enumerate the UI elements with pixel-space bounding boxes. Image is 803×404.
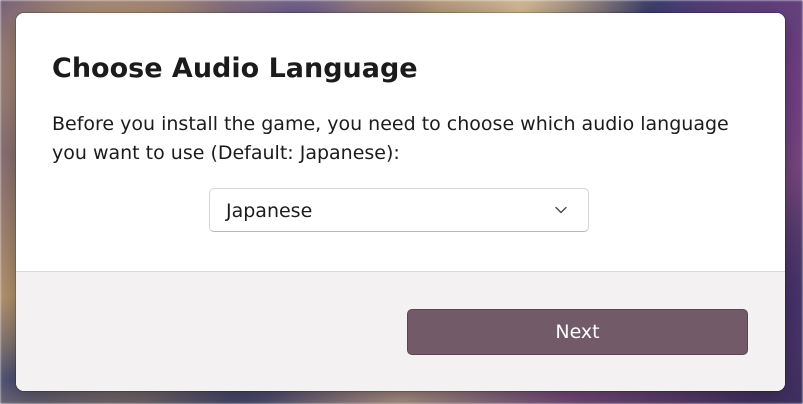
audio-language-dialog: Choose Audio Language Before you install… [16, 13, 785, 391]
chevron-down-icon [555, 206, 567, 214]
dialog-description: Before you install the game, you need to… [52, 113, 729, 164]
audio-language-dropdown[interactable]: Japanese [209, 188, 589, 232]
selected-language: Japanese [226, 200, 313, 222]
dialog-footer: Next [16, 272, 785, 391]
dialog-title: Choose Audio Language [52, 53, 418, 84]
next-button[interactable]: Next [407, 309, 748, 355]
dialog-body: Choose Audio Language Before you install… [16, 13, 785, 271]
